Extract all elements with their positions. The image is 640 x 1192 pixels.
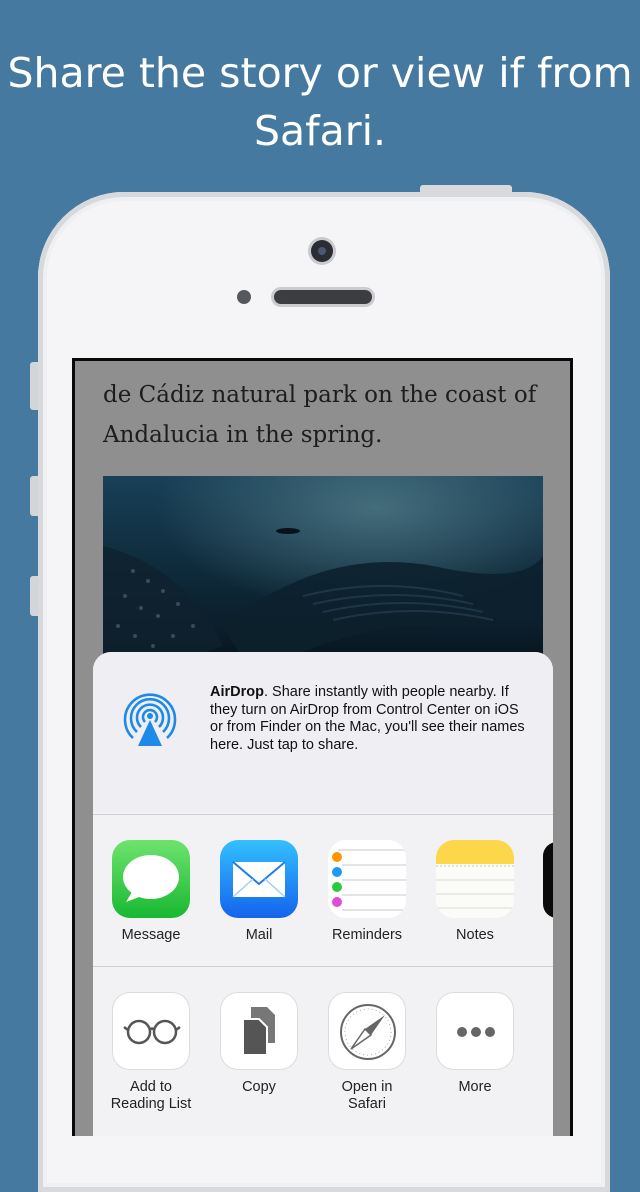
share-app-reminders[interactable]: Reminders [312, 840, 422, 944]
sensor [237, 290, 251, 304]
compass-icon [328, 992, 406, 1070]
mail-icon [220, 840, 298, 918]
action-more[interactable]: More [420, 992, 530, 1096]
camera-icon [311, 240, 333, 262]
headline: Share the story or view if from Safari. [7, 49, 633, 155]
notes-icon [436, 840, 514, 918]
divider [93, 966, 553, 967]
phone-mute-switch [30, 362, 38, 410]
share-app-message[interactable]: Message [96, 840, 206, 944]
share-app-notes[interactable]: Notes [420, 840, 530, 944]
share-sheet: AirDrop. Share instantly with people nea… [93, 652, 553, 1136]
action-label: Copy [242, 1079, 276, 1095]
more-icon [436, 992, 514, 1070]
action-open-in-safari[interactable]: Open in Safari [312, 992, 422, 1113]
action-copy[interactable]: Copy [204, 992, 314, 1096]
reminders-icon [328, 840, 406, 918]
share-app-label: Message [121, 927, 181, 943]
glasses-icon [112, 992, 190, 1070]
divider [93, 814, 553, 815]
partial-app-icon[interactable] [543, 842, 553, 918]
airdrop-section[interactable]: AirDrop. Share instantly with people nea… [93, 652, 553, 812]
airdrop-title: AirDrop [210, 684, 264, 700]
action-label: Open in Safari [341, 1079, 393, 1112]
phone-volume-up [30, 476, 38, 516]
messages-icon [112, 840, 190, 918]
share-app-label: Notes [456, 927, 494, 943]
share-app-mail[interactable]: Mail [204, 840, 314, 944]
share-app-label: Reminders [331, 927, 403, 943]
copy-icon [220, 992, 298, 1070]
speaker-grille [274, 290, 372, 304]
action-add-to-reading-list[interactable]: Add to Reading List [96, 992, 206, 1113]
action-label: Add to Reading List [110, 1079, 192, 1112]
share-app-label: Mail [245, 927, 273, 943]
airdrop-description: AirDrop. Share instantly with people nea… [210, 684, 535, 754]
phone-volume-down [30, 576, 38, 616]
airdrop-icon [123, 693, 177, 746]
action-label: More [458, 1079, 492, 1095]
